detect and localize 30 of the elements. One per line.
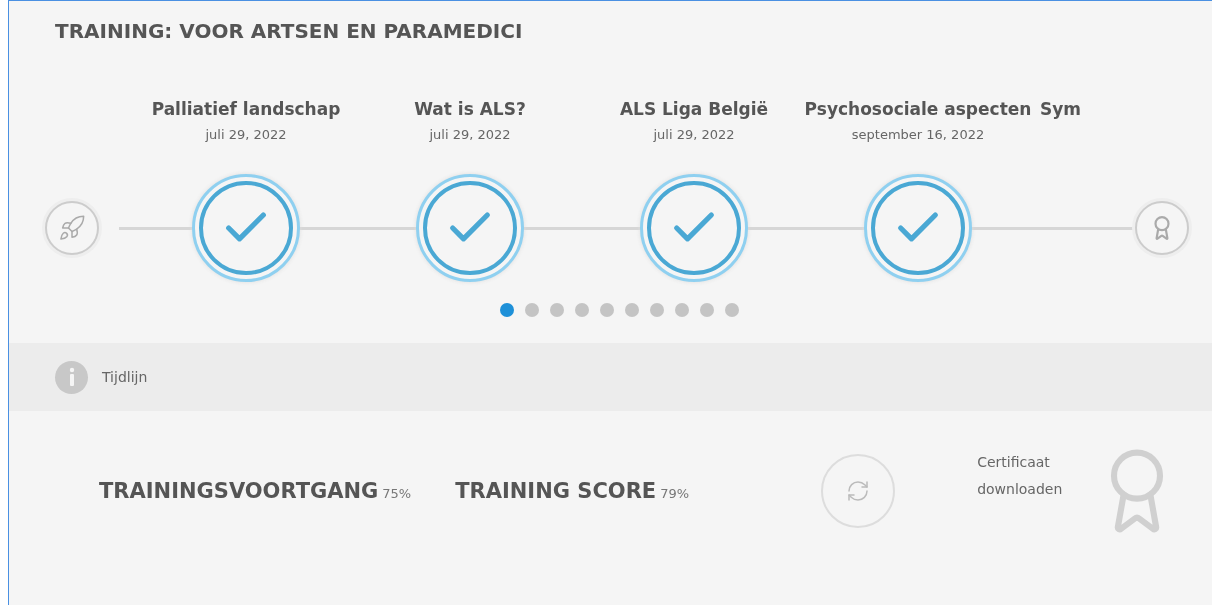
step-title: ALS Liga België xyxy=(619,99,769,119)
refresh-icon xyxy=(846,479,871,503)
info-icon xyxy=(55,360,88,394)
pagination-dot[interactable] xyxy=(724,303,739,317)
pagination-dot[interactable] xyxy=(574,303,589,317)
step-date: juli 29, 2022 xyxy=(205,127,287,142)
page-title: TRAINING: VOOR ARTSEN EN PARAMEDICI xyxy=(55,19,524,43)
step-title: Wat is ALS? xyxy=(414,99,526,119)
pagination-dot[interactable] xyxy=(499,303,514,317)
step-date: juli 29, 2022 xyxy=(653,127,735,142)
stat-value: 79% xyxy=(660,486,690,501)
step-title: Sym xyxy=(1040,99,1082,119)
step-title: Psychosociale aspecten xyxy=(804,99,1032,119)
pagination-dot[interactable] xyxy=(524,303,539,317)
stat-label: TRAININGSVOORTGANG xyxy=(99,479,379,503)
stat-label: TRAINING SCORE xyxy=(455,479,657,503)
pagination-dot[interactable] xyxy=(699,303,714,317)
timeline-label: Tijdlijn xyxy=(102,369,148,385)
pagination-dot[interactable] xyxy=(649,303,664,317)
pagination-dot[interactable] xyxy=(624,303,639,317)
pagination-dot[interactable] xyxy=(674,303,689,317)
step-date: september 16, 2022 xyxy=(851,127,985,142)
pagination-dot[interactable] xyxy=(549,303,564,317)
pagination-dot[interactable] xyxy=(599,303,614,317)
refresh-button[interactable] xyxy=(821,454,896,528)
rocket-icon xyxy=(57,214,86,242)
stat-value: 75% xyxy=(382,486,412,501)
certificate-download-link[interactable]: Certificaat downloaden xyxy=(977,449,1088,503)
step-title: Palliatief landschap xyxy=(151,99,341,119)
step-date: juli 29, 2022 xyxy=(429,127,511,142)
